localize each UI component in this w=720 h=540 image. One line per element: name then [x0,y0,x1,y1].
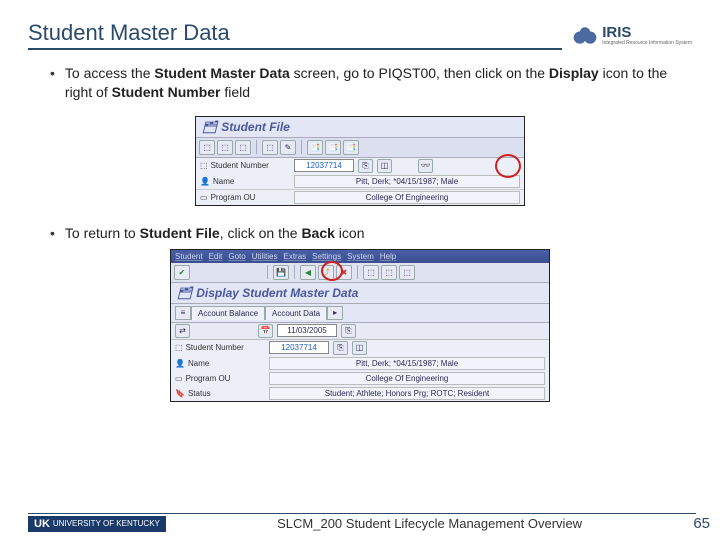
iris-flower-icon [572,22,598,48]
search-help-icon[interactable]: ⎘ [333,341,348,355]
card-icon: 🗂 [202,120,217,134]
label-status: 🔖Status [175,389,265,398]
date-help-icon[interactable]: ⎘ [341,324,356,338]
date-field-icon[interactable]: 📅 [258,324,273,338]
menu-item[interactable]: Goto [228,252,245,261]
toolbar-button[interactable]: 📑 [343,140,359,155]
menu-item[interactable]: Edit [209,252,223,261]
create-icon[interactable]: ◫ [377,159,392,173]
label-program-ou: ▭Program OU [200,193,290,202]
tab-scroll-icon[interactable]: ▸ [327,306,343,320]
toggle-icon[interactable]: ⇄ [175,324,190,338]
toolbar-button[interactable]: 📑 [307,140,323,155]
cancel-icon[interactable]: ✖ [336,265,352,280]
menu-item[interactable]: Extras [284,252,307,261]
sap2-header: 🗂 Display Student Master Data [171,283,549,304]
field-name: Pitt, Derk; *04/15/1987; Male [294,175,520,188]
slide-footer: UK UNIVERSITY OF KENTUCKY SLCM_200 Stude… [0,515,720,532]
toolbar-button[interactable]: ✎ [280,140,296,155]
toolbar-button[interactable]: ⬚ [381,265,397,280]
sap1-toolbar: ⬚ ⬚ ⬚ ⬚ ✎ 📑 📑 📑 [196,138,524,158]
label-student-number: ⬚Student Number [200,161,290,170]
sap2-toolbar-top: ✔ 💾 ◀ ⤴ ✖ ⬚ ⬚ ⬚ [171,263,549,283]
tab-account-data[interactable]: Account Data [265,306,327,320]
field-program-ou: College Of Engineering [269,372,545,385]
field-student-number[interactable]: 12037714 [294,159,354,172]
footer-text: SLCM_200 Student Lifecycle Management Ov… [166,516,693,531]
toolbar-button[interactable]: ⬚ [217,140,233,155]
field-student-number[interactable]: 12037714 [269,341,329,354]
iris-logo-subtext: Integrated Resource Information System [602,41,692,46]
slide-title: Student Master Data [28,20,562,50]
page-number: 65 [693,515,710,532]
field-program-ou: College Of Engineering [294,191,520,204]
toolbar-button[interactable]: ⬚ [235,140,251,155]
menu-item[interactable]: Utilities [252,252,278,261]
menu-item[interactable]: Help [380,252,396,261]
uk-logo: UK UNIVERSITY OF KENTUCKY [28,516,166,532]
menu-item[interactable]: Settings [312,252,341,261]
back-icon[interactable]: ◀ [300,265,316,280]
iris-logo-text: IRIS [602,24,692,41]
enter-icon[interactable]: ✔ [174,265,190,280]
field-date[interactable]: 11/03/2005 [277,324,337,337]
iris-logo: IRIS Integrated Resource Information Sys… [562,22,692,50]
exit-icon[interactable]: ⤴ [318,265,334,280]
sap-screenshot-1: 🗂 Student File ⬚ ⬚ ⬚ ⬚ ✎ 📑 📑 📑 [195,116,525,206]
menu-item[interactable]: Student [175,252,203,261]
tab-icon[interactable]: ≡ [175,306,191,320]
label-name: 👤Name [200,177,290,186]
toolbar-button[interactable]: ⬚ [199,140,215,155]
sap2-menubar: Student Edit Goto Utilities Extras Setti… [171,250,549,263]
create-icon[interactable]: ◫ [352,341,367,355]
menu-item[interactable]: System [347,252,374,261]
label-program-ou: ▭Program OU [175,374,265,383]
field-status: Student; Athlete; Honors Prg; ROTC; Resi… [269,387,545,400]
label-student-number: ⬚Student Number [175,343,265,352]
bullet-2-text: To return to Student File, click on the … [65,224,365,243]
bullet-marker: • [50,224,55,243]
toolbar-button[interactable]: ⬚ [262,140,278,155]
sap1-header: 🗂 Student File [196,117,524,138]
sap2-tabs: ≡ Account Balance Account Data ▸ [171,304,549,323]
search-help-icon[interactable]: ⎘ [358,159,373,173]
toolbar-button[interactable]: ⬚ [363,265,379,280]
bullet-marker: • [50,64,55,102]
toolbar-button[interactable]: 📑 [325,140,341,155]
label-name: 👤Name [175,359,265,368]
field-name: Pitt, Derk; *04/15/1987; Male [269,357,545,370]
card-icon: 🗂 [177,286,192,300]
save-icon[interactable]: 💾 [273,265,289,280]
sap-screenshot-2: Student Edit Goto Utilities Extras Setti… [170,249,550,402]
display-icon[interactable]: 👓 [418,159,433,173]
bullet-1-text: To access the Student Master Data screen… [65,64,692,102]
toolbar-button[interactable]: ⬚ [399,265,415,280]
tab-account-balance[interactable]: Account Balance [191,306,265,320]
